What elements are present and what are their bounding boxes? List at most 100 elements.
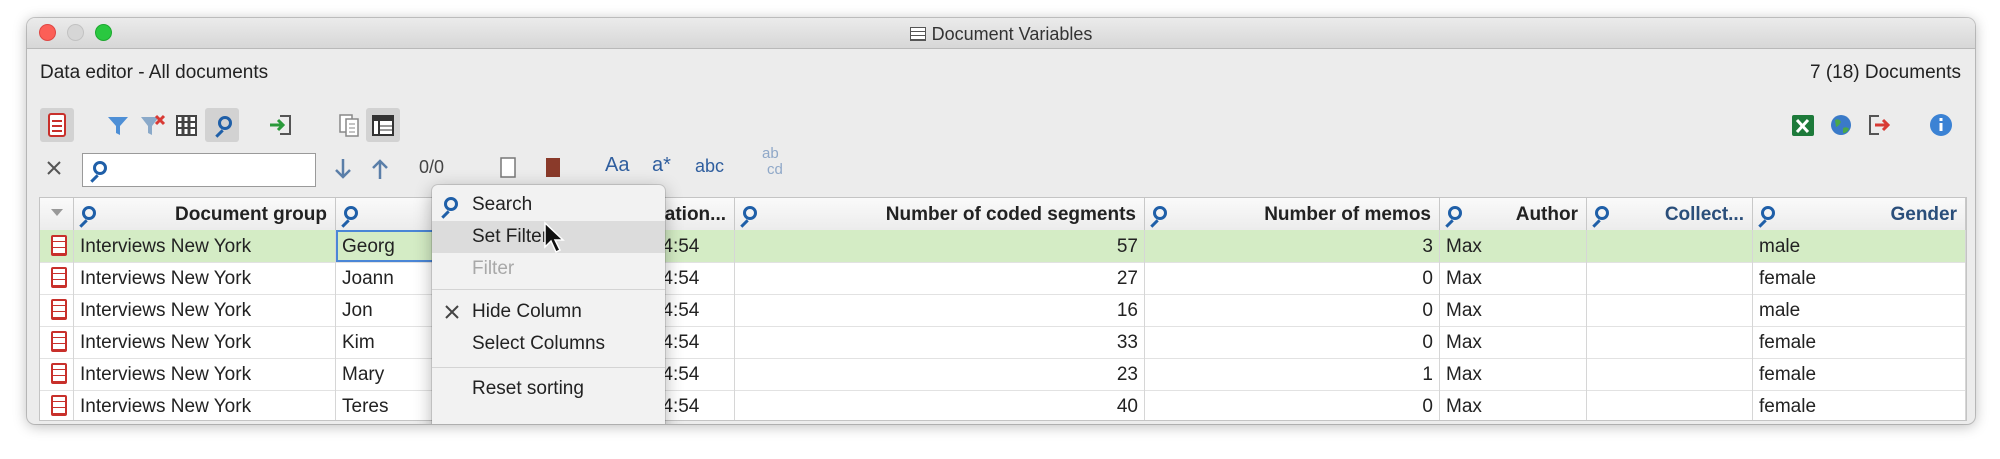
search-toggle-button[interactable] <box>205 108 239 142</box>
cell-collection[interactable] <box>1587 230 1753 262</box>
menu-item-select-columns[interactable]: Select Columns <box>432 328 665 360</box>
table-header: Document group Creation... Number of cod… <box>40 198 1966 231</box>
excel-icon <box>1792 115 1814 136</box>
row-document-cell[interactable] <box>40 326 74 358</box>
column-header-coded-segments[interactable]: Number of coded segments <box>735 198 1145 230</box>
column-search-icon[interactable] <box>743 206 757 220</box>
cell-author[interactable]: Max <box>1440 294 1587 326</box>
menu-item-reset-sorting[interactable]: Reset sorting <box>432 373 665 405</box>
document-icon <box>51 235 67 256</box>
column-header-gender[interactable]: Gender <box>1753 198 1966 230</box>
cell-gender[interactable]: female <box>1753 262 1966 294</box>
column-header-document-group[interactable]: Document group <box>74 198 336 230</box>
export-file-button[interactable] <box>1861 108 1895 142</box>
export-excel-button[interactable] <box>1786 108 1820 142</box>
column-search-icon[interactable] <box>344 206 358 220</box>
document-icon <box>51 331 67 352</box>
document-mode-button[interactable] <box>40 108 74 142</box>
editor-subtitle: Data editor - All documents <box>40 62 269 83</box>
search-documents-button[interactable] <box>497 154 519 182</box>
close-search-button[interactable] <box>43 157 65 179</box>
document-icon <box>48 113 66 137</box>
column-header-label: Collect... <box>1664 204 1744 225</box>
cell-coded-segments[interactable]: 27 <box>735 262 1145 294</box>
cell-coded-segments[interactable]: 23 <box>735 358 1145 390</box>
cell-collection[interactable] <box>1587 294 1753 326</box>
cell-author[interactable]: Max <box>1440 326 1587 358</box>
cell-document-group[interactable]: Interviews New York <box>74 230 336 262</box>
column-search-icon[interactable] <box>1153 206 1167 220</box>
cell-memos[interactable]: 0 <box>1145 390 1440 420</box>
whole-word-button[interactable]: abc <box>695 156 724 177</box>
table-row[interactable]: Interviews New YorkJon03.11.17 14:54160M… <box>40 294 1966 327</box>
export-html-button[interactable] <box>1824 108 1858 142</box>
cell-document-group[interactable]: Interviews New York <box>74 326 336 358</box>
table-row[interactable]: Interviews New YorkKim03.11.17 14:54330M… <box>40 326 1966 359</box>
cell-author[interactable]: Max <box>1440 262 1587 294</box>
next-match-button[interactable] <box>330 155 356 183</box>
column-search-icon[interactable] <box>1595 206 1609 220</box>
mouse-pointer-icon <box>544 221 565 254</box>
cell-coded-segments[interactable]: 57 <box>735 230 1145 262</box>
row-document-cell[interactable] <box>40 230 74 262</box>
column-header-memos[interactable]: Number of memos <box>1145 198 1440 230</box>
clear-filter-button[interactable] <box>135 108 169 142</box>
cell-gender[interactable]: female <box>1753 358 1966 390</box>
sort-indicator-column[interactable] <box>40 198 74 230</box>
document-icon <box>51 267 67 288</box>
cell-coded-segments[interactable]: 40 <box>735 390 1145 420</box>
row-document-cell[interactable] <box>40 390 74 420</box>
menu-item-hide-column[interactable]: Hide Column <box>432 296 665 328</box>
cell-memos[interactable]: 1 <box>1145 358 1440 390</box>
column-search-icon[interactable] <box>82 206 96 220</box>
cell-gender[interactable]: female <box>1753 390 1966 420</box>
cell-collection[interactable] <box>1587 326 1753 358</box>
row-document-cell[interactable] <box>40 262 74 294</box>
row-document-cell[interactable] <box>40 294 74 326</box>
table-row[interactable]: Interviews New YorkGeorg03.11.17 14:5457… <box>40 230 1966 263</box>
variables-table: Document group Creation... Number of cod… <box>39 197 1967 421</box>
filter-button[interactable] <box>101 108 135 142</box>
cell-coded-segments[interactable]: 33 <box>735 326 1145 358</box>
match-case-button[interactable]: Aa <box>605 154 629 177</box>
cell-document-group[interactable]: Interviews New York <box>74 294 336 326</box>
row-document-cell[interactable] <box>40 358 74 390</box>
table-row[interactable]: Interviews New YorkTeres03.11.17 14:5440… <box>40 390 1966 420</box>
table-row[interactable]: Interviews New YorkMary03.11.17 14:54231… <box>40 358 1966 391</box>
cell-gender[interactable]: male <box>1753 294 1966 326</box>
cell-gender[interactable]: male <box>1753 230 1966 262</box>
column-search-icon[interactable] <box>1761 206 1775 220</box>
cell-memos[interactable]: 0 <box>1145 326 1440 358</box>
cell-value: male <box>1759 300 1801 321</box>
cell-gender[interactable]: female <box>1753 326 1966 358</box>
column-header-collection[interactable]: Collect... <box>1587 198 1753 230</box>
variables-view-button[interactable] <box>366 108 400 142</box>
cell-memos[interactable]: 0 <box>1145 294 1440 326</box>
cell-collection[interactable] <box>1587 358 1753 390</box>
columns-button[interactable] <box>169 108 203 142</box>
cell-author[interactable]: Max <box>1440 390 1587 420</box>
replace-button[interactable]: ab cd <box>759 145 789 185</box>
cell-coded-segments[interactable]: 16 <box>735 294 1145 326</box>
import-button[interactable] <box>264 108 298 142</box>
cell-memos[interactable]: 3 <box>1145 230 1440 262</box>
cell-collection[interactable] <box>1587 390 1753 420</box>
menu-item-filter[interactable]: Filter <box>432 253 665 285</box>
menu-item-search[interactable]: Search <box>432 189 665 221</box>
cell-memos[interactable]: 0 <box>1145 262 1440 294</box>
cell-collection[interactable] <box>1587 262 1753 294</box>
previous-match-button[interactable] <box>367 155 393 183</box>
wildcard-button[interactable]: a* <box>652 154 671 177</box>
search-input[interactable] <box>82 153 316 187</box>
cell-author[interactable]: Max <box>1440 230 1587 262</box>
documents-view-button[interactable] <box>332 108 366 142</box>
cell-author[interactable]: Max <box>1440 358 1587 390</box>
column-header-author[interactable]: Author <box>1440 198 1587 230</box>
search-variables-button[interactable] <box>542 154 564 182</box>
column-search-icon[interactable] <box>1448 206 1462 220</box>
info-button[interactable] <box>1924 108 1958 142</box>
table-row[interactable]: Interviews New YorkJoann03.11.17 14:5427… <box>40 262 1966 295</box>
cell-document-group[interactable]: Interviews New York <box>74 358 336 390</box>
cell-document-group[interactable]: Interviews New York <box>74 390 336 420</box>
cell-document-group[interactable]: Interviews New York <box>74 262 336 294</box>
